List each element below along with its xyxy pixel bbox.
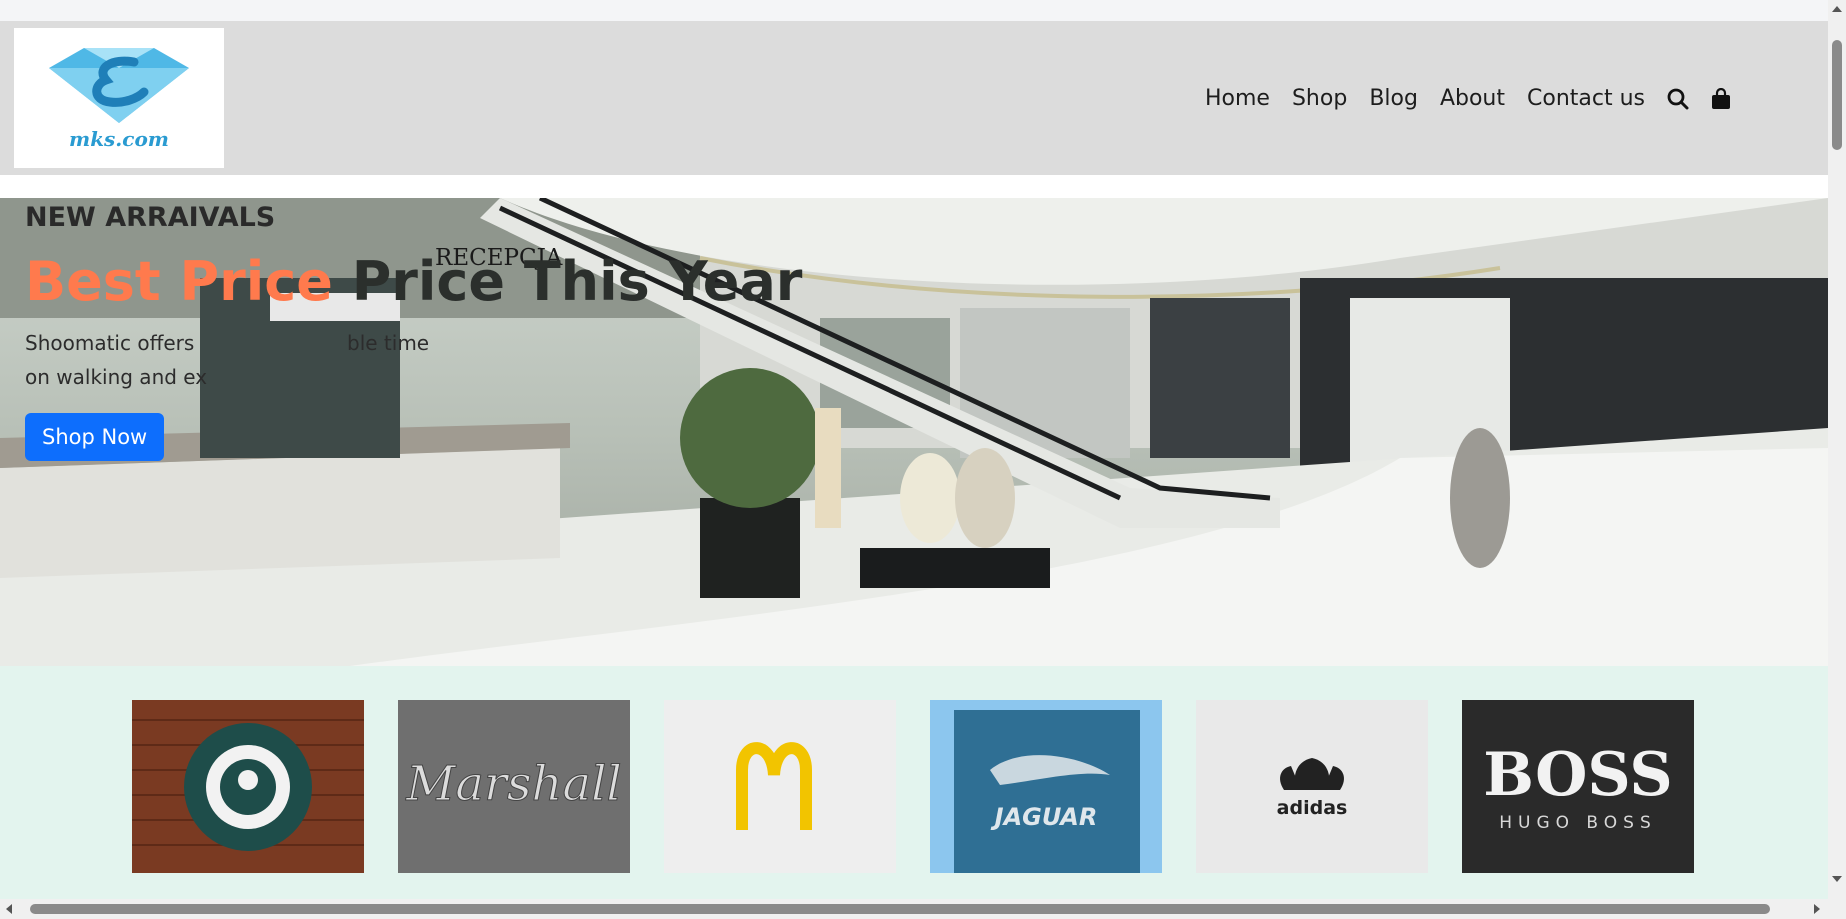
nav-shop[interactable]: Shop: [1292, 86, 1347, 111]
site-logo[interactable]: mks.com: [14, 28, 224, 168]
shopping-bag-icon[interactable]: [1711, 87, 1731, 110]
hero-kicker: NEW ARRAIVALS: [25, 202, 276, 233]
hero-headline: Best Price Price This Year: [25, 250, 802, 313]
brand-tile-boss[interactable]: BOSS HUGO BOSS: [1462, 700, 1694, 873]
site-header: mks.com Home Shop Blog About Contact us: [0, 21, 1828, 175]
hero-subtext-line1-end: ble time: [347, 331, 430, 355]
page-viewport: mks.com Home Shop Blog About Contact us: [0, 0, 1828, 899]
top-spacer: [0, 0, 1828, 21]
logo-text: mks.com: [69, 127, 169, 151]
headline-accent: Best Price: [25, 250, 333, 313]
scroll-up-icon[interactable]: [1832, 6, 1842, 12]
svg-text:HUGO BOSS: HUGO BOSS: [1499, 813, 1657, 833]
shop-now-button[interactable]: Shop Now: [25, 413, 165, 461]
scrollbar-corner: [1828, 899, 1846, 919]
brand-tile-starbucks[interactable]: [132, 700, 364, 873]
svg-text:BOSS: BOSS: [1483, 740, 1672, 810]
search-icon[interactable]: [1667, 88, 1689, 110]
hero-subtext-line2: on walking and ex: [25, 365, 208, 389]
horizontal-scroll-thumb[interactable]: [30, 904, 1770, 914]
diamond-logo-icon: mks.com: [49, 48, 189, 151]
nav-about[interactable]: About: [1440, 86, 1505, 111]
horizontal-scrollbar[interactable]: [0, 899, 1828, 919]
headline-rest: Price This Year: [332, 250, 803, 313]
brand-tile-mcdonalds[interactable]: [664, 700, 896, 873]
brand-strip: Marshall JAGUAR adidas BOSS HUGO BOSS: [0, 666, 1828, 899]
svg-text:adidas: adidas: [1277, 797, 1348, 819]
brand-tile-adidas[interactable]: adidas: [1196, 700, 1428, 873]
svg-text:JAGUAR: JAGUAR: [991, 803, 1098, 831]
brand-tile-jaguar[interactable]: JAGUAR: [930, 700, 1162, 873]
scroll-left-icon[interactable]: [6, 904, 12, 914]
vertical-scroll-thumb[interactable]: [1832, 40, 1842, 150]
nav-blog[interactable]: Blog: [1369, 86, 1418, 111]
hero-subtext-line1: Shoomatic offers: [25, 331, 195, 355]
hero-subtext: Shoomatic offers ble time on walking and…: [25, 326, 495, 394]
hero-banner: RECEPCJA NEW ARRAIVALS Best Price Price …: [0, 198, 1828, 666]
nav-home[interactable]: Home: [1205, 86, 1270, 111]
main-nav: Home Shop Blog About Contact us: [1205, 86, 1731, 111]
brand-tile-marshall[interactable]: Marshall: [398, 700, 630, 873]
scroll-down-icon[interactable]: [1832, 876, 1842, 882]
vertical-scrollbar[interactable]: [1828, 0, 1846, 899]
svg-text:Marshall: Marshall: [405, 756, 622, 812]
scroll-right-icon[interactable]: [1814, 904, 1820, 914]
nav-contact-us[interactable]: Contact us: [1527, 86, 1645, 111]
